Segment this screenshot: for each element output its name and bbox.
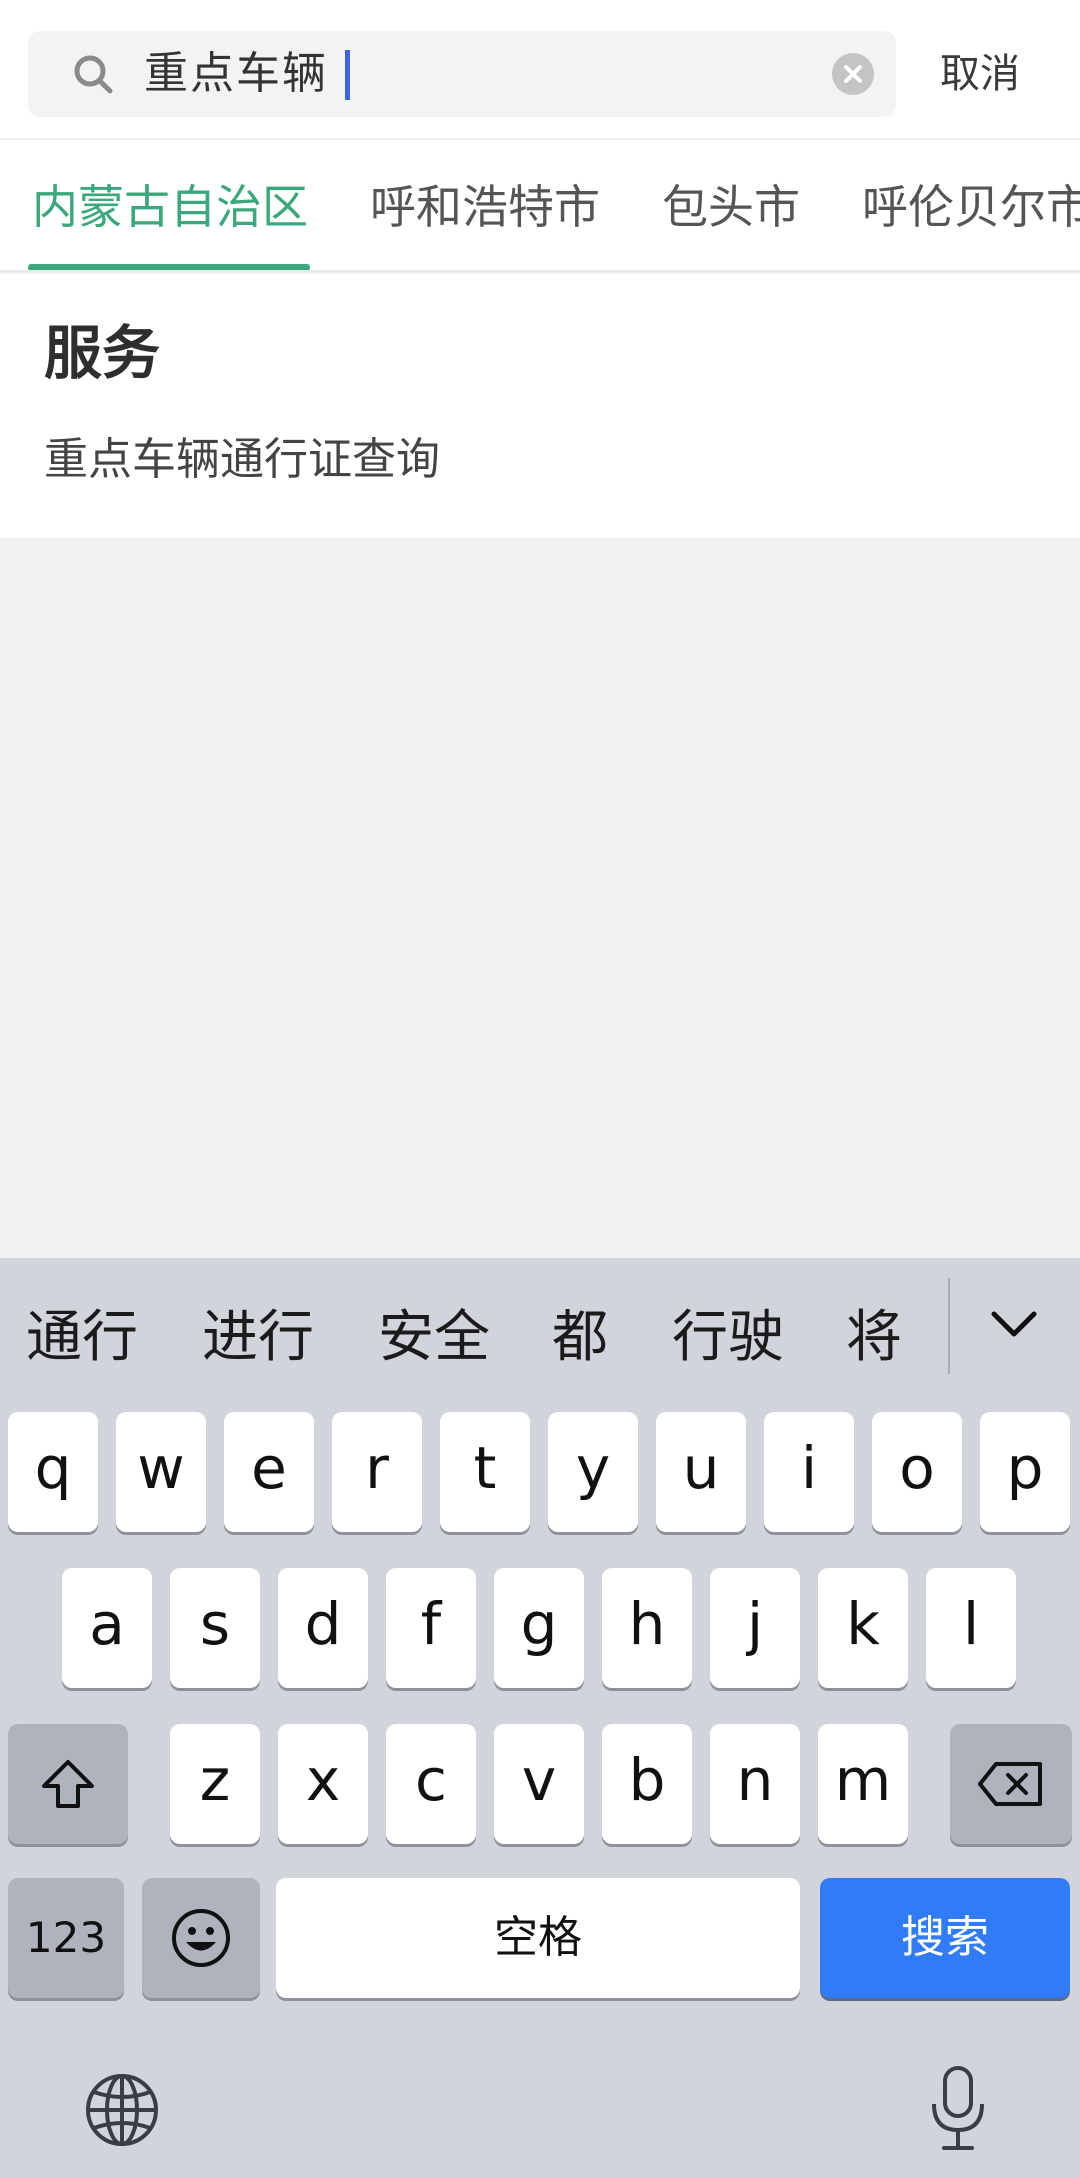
space-key[interactable]: 空格 — [276, 1878, 800, 1998]
key-w[interactable]: w — [116, 1412, 206, 1532]
backspace-icon — [978, 1762, 1042, 1806]
search-key[interactable]: 搜索 — [820, 1878, 1070, 1998]
clear-icon[interactable] — [832, 53, 874, 95]
shift-key[interactable] — [8, 1724, 128, 1844]
key-s[interactable]: s — [170, 1568, 260, 1688]
search-input[interactable]: 重点车辆 — [28, 31, 896, 117]
chevron-down-icon[interactable] — [986, 1304, 1042, 1344]
result-item[interactable]: 重点车辆通行证查询 — [44, 434, 440, 486]
key-h[interactable]: h — [602, 1568, 692, 1688]
tab-baotou[interactable]: 包头市 — [662, 180, 800, 234]
candidate-word[interactable]: 通行 — [26, 1306, 138, 1370]
key-t[interactable]: t — [440, 1412, 530, 1532]
search-header: 重点车辆 取消 — [0, 0, 1080, 140]
key-u[interactable]: u — [656, 1412, 746, 1532]
tab-hulunbuir[interactable]: 呼伦贝尔市 — [862, 180, 1080, 234]
key-x[interactable]: x — [278, 1724, 368, 1844]
key-i[interactable]: i — [764, 1412, 854, 1532]
key-j[interactable]: j — [710, 1568, 800, 1688]
key-n[interactable]: n — [710, 1724, 800, 1844]
key-q[interactable]: q — [8, 1412, 98, 1532]
key-g[interactable]: g — [494, 1568, 584, 1688]
numbers-key[interactable]: 123 — [8, 1878, 124, 1998]
active-tab-indicator — [28, 264, 310, 270]
key-p[interactable]: p — [980, 1412, 1070, 1532]
tab-inner-mongolia[interactable]: 内蒙古自治区 — [32, 180, 308, 234]
key-a[interactable]: a — [62, 1568, 152, 1688]
candidate-word[interactable]: 进行 — [202, 1306, 314, 1370]
candidate-word[interactable]: 将 — [846, 1306, 902, 1370]
emoji-icon — [172, 1909, 230, 1967]
backspace-key[interactable] — [950, 1724, 1072, 1844]
candidate-word[interactable]: 安全 — [378, 1306, 490, 1370]
candidate-bar: 通行 进行 安全 都 行驶 将 — [0, 1258, 1080, 1398]
cancel-button[interactable]: 取消 — [940, 46, 1020, 102]
candidate-word[interactable]: 行驶 — [672, 1306, 784, 1370]
key-m[interactable]: m — [818, 1724, 908, 1844]
key-l[interactable]: l — [926, 1568, 1016, 1688]
key-f[interactable]: f — [386, 1568, 476, 1688]
key-k[interactable]: k — [818, 1568, 908, 1688]
search-results: 服务 重点车辆通行证查询 — [0, 274, 1080, 538]
key-r[interactable]: r — [332, 1412, 422, 1532]
search-icon — [72, 53, 114, 95]
key-v[interactable]: v — [494, 1724, 584, 1844]
tab-hohhot[interactable]: 呼和浩特市 — [370, 180, 600, 234]
key-b[interactable]: b — [602, 1724, 692, 1844]
emoji-key[interactable] — [142, 1878, 260, 1998]
key-c[interactable]: c — [386, 1724, 476, 1844]
shift-icon — [42, 1760, 94, 1808]
candidate-divider — [948, 1278, 950, 1374]
keyboard: 通行 进行 安全 都 行驶 将 q w e r t y u i o p a s … — [0, 1258, 1080, 2178]
text-caret — [345, 50, 350, 100]
search-input-value: 重点车辆 — [144, 48, 328, 99]
section-title: 服务 — [44, 319, 161, 387]
key-o[interactable]: o — [872, 1412, 962, 1532]
key-d[interactable]: d — [278, 1568, 368, 1688]
region-tabs: 内蒙古自治区 呼和浩特市 包头市 呼伦贝尔市 — [0, 140, 1080, 272]
candidate-word[interactable]: 都 — [552, 1306, 608, 1370]
globe-icon[interactable] — [84, 2072, 160, 2148]
key-y[interactable]: y — [548, 1412, 638, 1532]
microphone-icon[interactable] — [928, 2064, 988, 2154]
key-z[interactable]: z — [170, 1724, 260, 1844]
key-e[interactable]: e — [224, 1412, 314, 1532]
